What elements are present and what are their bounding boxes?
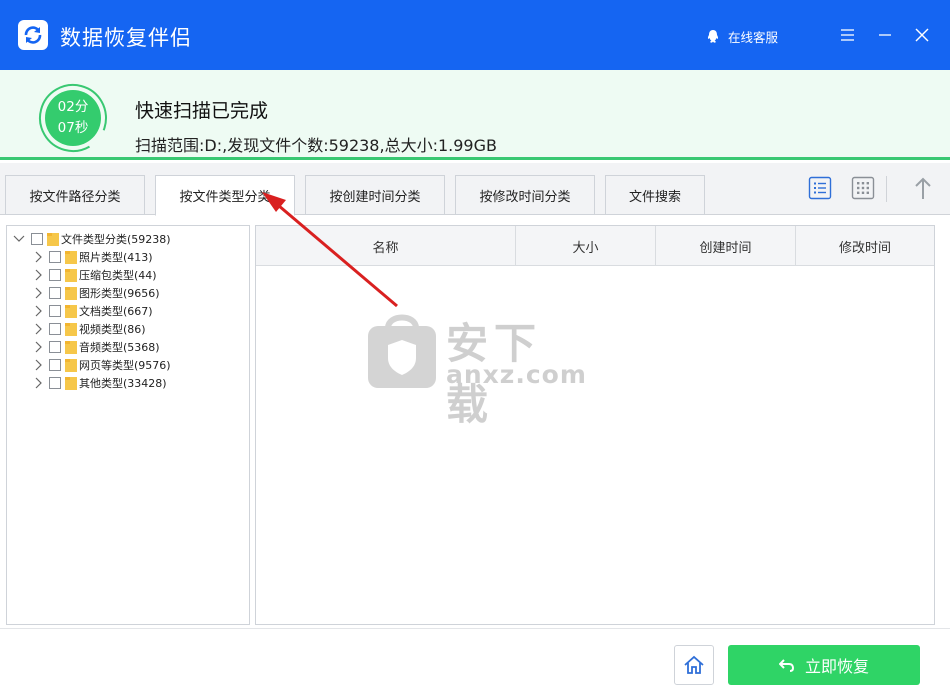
online-service-link[interactable]: 在线客服 <box>706 27 778 46</box>
tree-item[interactable]: 压缩包类型(44) <box>33 266 157 284</box>
column-size[interactable]: 大小 <box>516 226 656 266</box>
up-level-button[interactable] <box>911 176 935 200</box>
home-icon <box>684 655 704 674</box>
folder-icon <box>65 305 77 318</box>
annotation-arrow-icon <box>262 192 398 308</box>
chevron-right-icon[interactable] <box>33 251 45 263</box>
tree-root-checkbox[interactable] <box>31 233 43 245</box>
app-logo-icon <box>18 20 48 50</box>
tree-root-label: 文件类型分类(59238) <box>61 233 171 246</box>
folder-icon <box>65 341 77 354</box>
chevron-right-icon[interactable] <box>33 269 45 281</box>
timer-seconds: 07秒 <box>57 120 89 136</box>
scan-summary: 扫描范围:D:,发现文件个数:59238,总大小:1.99GB <box>135 136 497 155</box>
tree-item-label: 其他类型(33428) <box>79 377 167 390</box>
tree-root[interactable]: 文件类型分类(59238) <box>13 230 171 248</box>
tab-by-modified-time[interactable]: 按修改时间分类 <box>455 175 595 215</box>
folder-icon <box>65 251 77 264</box>
tree-item[interactable]: 音频类型(5368) <box>33 338 160 356</box>
list-view-button[interactable] <box>808 176 832 200</box>
column-created-time[interactable]: 创建时间 <box>656 226 796 266</box>
watermark: 安下载 anxz.com <box>366 306 587 429</box>
tab-by-path[interactable]: 按文件路径分类 <box>5 175 145 215</box>
menu-button[interactable] <box>838 25 858 45</box>
tree-item-label: 网页等类型(9576) <box>79 359 171 372</box>
chevron-right-icon[interactable] <box>33 323 45 335</box>
folder-icon <box>47 233 59 246</box>
column-modified-time[interactable]: 修改时间 <box>796 226 934 266</box>
tree-item[interactable]: 照片类型(413) <box>33 248 153 266</box>
arrow-up-icon <box>915 177 931 199</box>
tab-file-search[interactable]: 文件搜索 <box>605 175 705 215</box>
tree-item-checkbox[interactable] <box>49 341 61 353</box>
folder-icon <box>65 323 77 336</box>
grid-view-icon <box>851 176 875 200</box>
shield-bag-icon <box>368 314 436 388</box>
tree-item-label: 图形类型(9656) <box>79 287 160 300</box>
qq-icon <box>707 30 719 43</box>
folder-icon <box>65 287 77 300</box>
tree-item-checkbox[interactable] <box>49 359 61 371</box>
chevron-right-icon[interactable] <box>33 377 45 389</box>
folder-icon <box>65 269 77 282</box>
tree-item-checkbox[interactable] <box>49 377 61 389</box>
minimize-icon <box>879 34 891 36</box>
tree-item-label: 压缩包类型(44) <box>79 269 157 282</box>
chevron-right-icon[interactable] <box>33 287 45 299</box>
scan-timer: 02分 07秒 <box>38 83 108 153</box>
folder-icon <box>65 359 77 372</box>
grid-view-button[interactable] <box>851 176 875 200</box>
app-title: 数据恢复伴侣 <box>60 26 192 50</box>
toolbar-divider <box>886 176 887 202</box>
close-icon <box>915 28 929 42</box>
tree-item-checkbox[interactable] <box>49 269 61 281</box>
list-view-icon <box>808 176 832 200</box>
tree-item-label: 文档类型(667) <box>79 305 153 318</box>
category-tree: 文件类型分类(59238) 照片类型(413) 压缩包类型(44) 图形类型(9… <box>6 225 250 625</box>
tree-item-label: 照片类型(413) <box>79 251 153 264</box>
watermark-en: anxz.com <box>446 360 587 389</box>
tree-item-label: 音频类型(5368) <box>79 341 160 354</box>
home-button[interactable] <box>674 645 714 685</box>
minimize-button[interactable] <box>875 25 895 45</box>
footer-divider <box>0 628 950 629</box>
tree-item[interactable]: 网页等类型(9576) <box>33 356 171 374</box>
folder-icon <box>65 377 77 390</box>
online-service-label: 在线客服 <box>728 30 779 45</box>
tree-item[interactable]: 图形类型(9656) <box>33 284 160 302</box>
close-button[interactable] <box>912 25 932 45</box>
tree-item-label: 视频类型(86) <box>79 323 146 336</box>
scan-complete-title: 快速扫描已完成 <box>135 100 269 122</box>
scan-status-panel: 02分 07秒 快速扫描已完成 扫描范围:D:,发现文件个数:59238,总大小… <box>0 70 950 160</box>
menu-icon <box>841 29 854 41</box>
chevron-down-icon[interactable] <box>13 233 25 245</box>
tree-item-checkbox[interactable] <box>49 251 61 263</box>
tree-item[interactable]: 文档类型(667) <box>33 302 153 320</box>
title-bar: 数据恢复伴侣 在线客服 <box>0 0 950 70</box>
tree-item[interactable]: 视频类型(86) <box>33 320 146 338</box>
recover-now-button[interactable]: 立即恢复 <box>728 645 920 685</box>
tree-item-checkbox[interactable] <box>49 323 61 335</box>
undo-icon <box>778 659 794 672</box>
chevron-right-icon[interactable] <box>33 359 45 371</box>
tree-item-checkbox[interactable] <box>49 287 61 299</box>
tree-item[interactable]: 其他类型(33428) <box>33 374 167 392</box>
timer-minutes: 02分 <box>57 99 89 115</box>
recover-now-label: 立即恢复 <box>804 657 869 676</box>
chevron-right-icon[interactable] <box>33 341 45 353</box>
tree-item-checkbox[interactable] <box>49 305 61 317</box>
chevron-right-icon[interactable] <box>33 305 45 317</box>
